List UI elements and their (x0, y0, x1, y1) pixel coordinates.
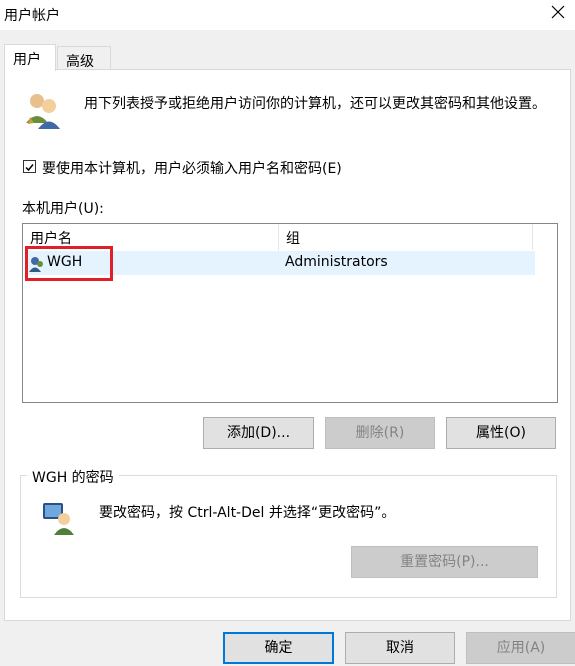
column-username-label: 用户名 (30, 231, 72, 247)
require-login-checkbox[interactable] (23, 160, 36, 173)
require-login-label[interactable]: 要使用本计算机，用户必须输入用户名和密码(E) (42, 158, 342, 178)
tab-advanced[interactable]: 高级 (57, 46, 111, 70)
password-instructions: 要改密码，按 Ctrl-Alt-Del 并选择“更改密码”。 (99, 505, 396, 521)
remove-user-button[interactable]: 删除(R) (325, 417, 435, 449)
ok-button[interactable]: 确定 (223, 632, 334, 664)
password-group (20, 475, 557, 598)
highlight-box (25, 246, 113, 281)
add-user-button[interactable]: 添加(D)... (203, 417, 314, 449)
close-icon[interactable] (549, 3, 567, 21)
local-users-label: 本机用户(U): (22, 201, 104, 217)
properties-button[interactable]: 属性(O) (446, 417, 556, 449)
password-group-title: WGH 的密码 (27, 467, 119, 487)
column-header-group[interactable]: 组 (279, 224, 533, 250)
column-group-label: 组 (286, 231, 300, 247)
cancel-button[interactable]: 取消 (345, 632, 455, 664)
reset-password-button[interactable]: 重置密码(P)... (351, 546, 538, 578)
user-password-icon (42, 501, 76, 535)
users-icon (22, 89, 64, 131)
title-bar (0, 0, 575, 30)
apply-button[interactable]: 应用(A) (466, 632, 575, 664)
tab-advanced-label: 高级 (66, 54, 94, 70)
window-title: 用户帐户 (4, 8, 60, 24)
user-group-cell: Administrators (285, 254, 388, 270)
tab-users[interactable]: 用户 (4, 44, 56, 71)
tab-users-label: 用户 (13, 52, 41, 68)
description-text: 用下列表授予或拒绝用户访问你的计算机，还可以更改其密码和其他设置。 (84, 96, 546, 112)
